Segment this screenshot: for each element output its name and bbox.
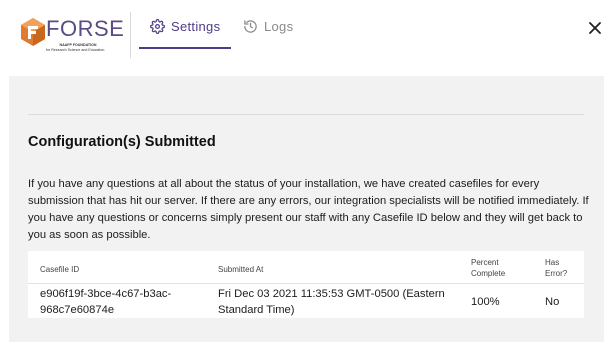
content-panel: Configuration(s) Submitted If you have a… [9,76,604,342]
header: FORSE NAAFP FOUNDATION for Research Scie… [0,0,613,76]
logo-tagline: for Research Science and Education [46,48,105,52]
forse-logo: FORSE NAAFP FOUNDATION for Research Scie… [20,16,124,56]
column-header-percent-complete: Percent Complete [471,258,506,278]
close-icon[interactable] [586,19,604,37]
tab-settings[interactable]: Settings [150,14,220,38]
cell-submitted-at: Fri Dec 03 2021 11:35:53 GMT-0500 (Easte… [218,288,445,316]
gear-icon [150,18,165,34]
page-description: If you have any questions at all about t… [28,178,589,241]
page-title: Configuration(s) Submitted [28,134,216,150]
panel-divider [28,114,584,115]
cell-has-error: No [545,296,560,308]
column-header-submitted-at: Submitted At [218,265,264,274]
casefile-table: Casefile ID Submitted At Percent Complet… [28,251,584,318]
column-header-has-error: Has Error? [545,258,568,278]
table-header-divider [28,283,584,284]
history-icon [244,19,257,33]
header-divider [130,12,131,58]
cell-casefile-id: e906f19f-3bce-4c67-b3ac-968c7e60874e [40,288,172,316]
logo-subtitle: NAAFP FOUNDATION [59,43,97,47]
logo-wordmark: FORSE [46,16,125,41]
logo-hexagon-icon [21,18,45,46]
column-header-casefile-id: Casefile ID [40,265,80,274]
active-tab-indicator [139,47,231,49]
cell-percent-complete: 100% [471,296,500,308]
tab-settings-label: Settings [171,18,221,34]
tab-logs[interactable]: Logs [243,14,293,38]
tab-logs-label: Logs [264,18,294,34]
